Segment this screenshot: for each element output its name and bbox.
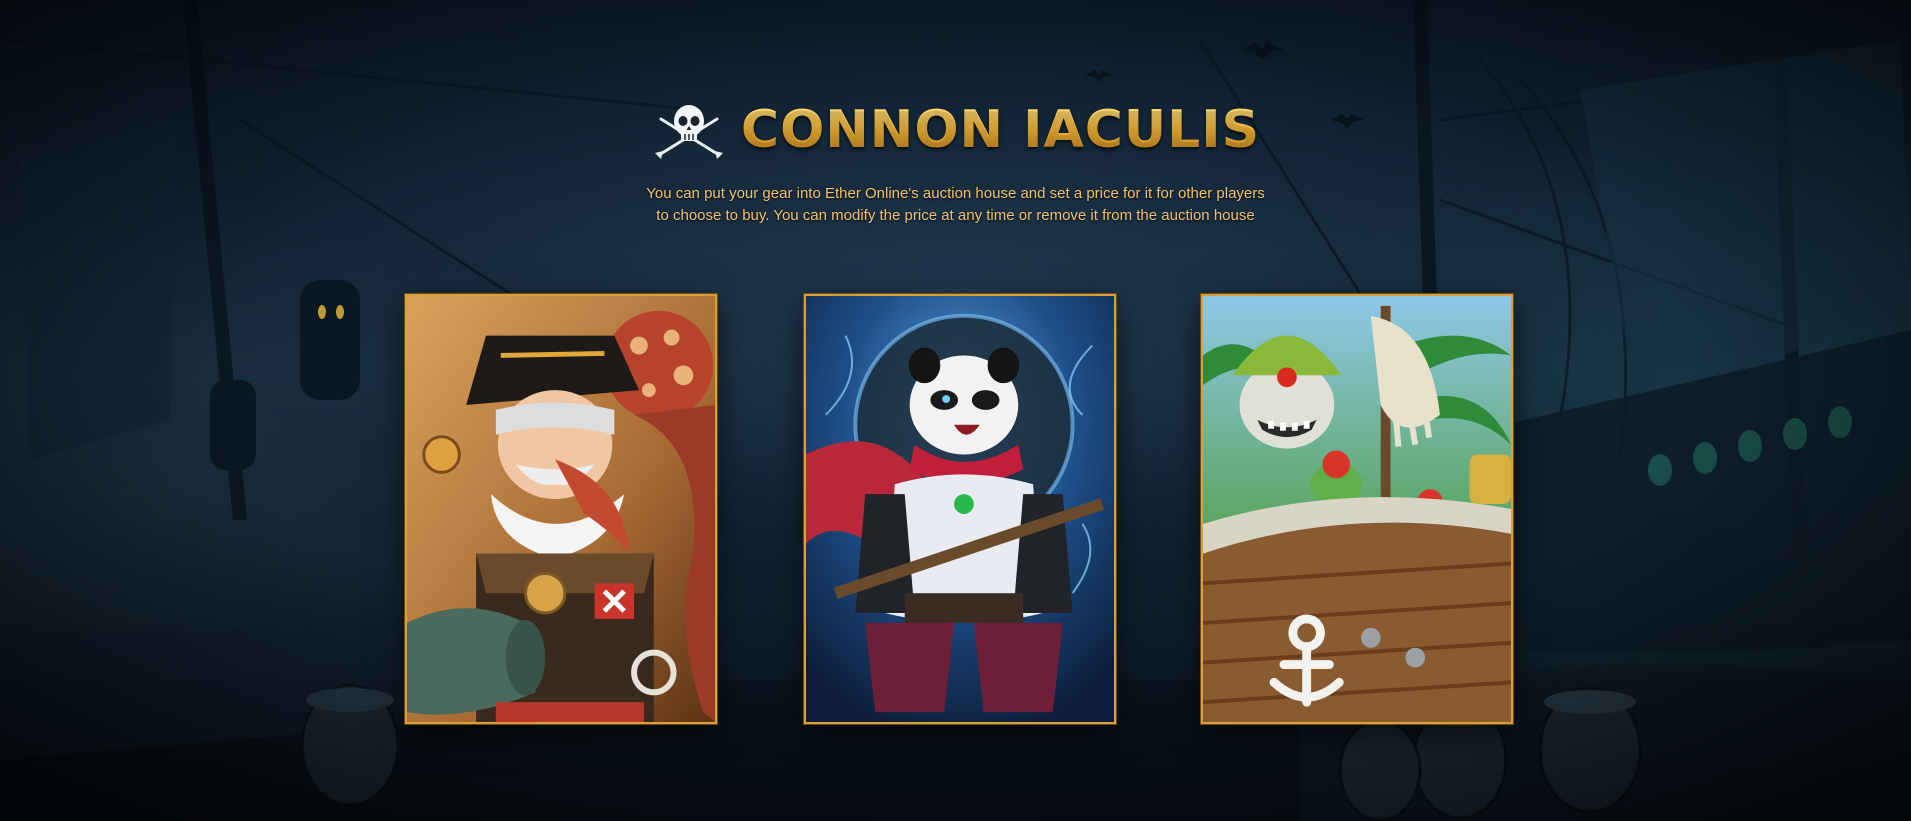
pirate-captain-portrait — [407, 296, 715, 722]
page-header: CONNON IACULIS — [0, 95, 1911, 165]
description-line-2: to choose to buy. You can modify the pri… — [656, 207, 1255, 224]
page-title: CONNON IACULIS — [740, 100, 1261, 160]
hero-card-pirate-ship-crew[interactable] — [1201, 294, 1513, 724]
panda-warrior-portrait — [806, 296, 1114, 722]
hero-card-pirate-captain[interactable] — [405, 294, 717, 724]
page-description: You can put your gear into Ether Online'… — [0, 183, 1911, 227]
pirate-ship-crew-portrait — [1203, 296, 1511, 722]
skull-crossed-swords-icon — [654, 105, 723, 159]
hero-card-panda-warrior[interactable] — [804, 294, 1116, 724]
description-line-1: You can put your gear into Ether Online'… — [646, 185, 1265, 202]
